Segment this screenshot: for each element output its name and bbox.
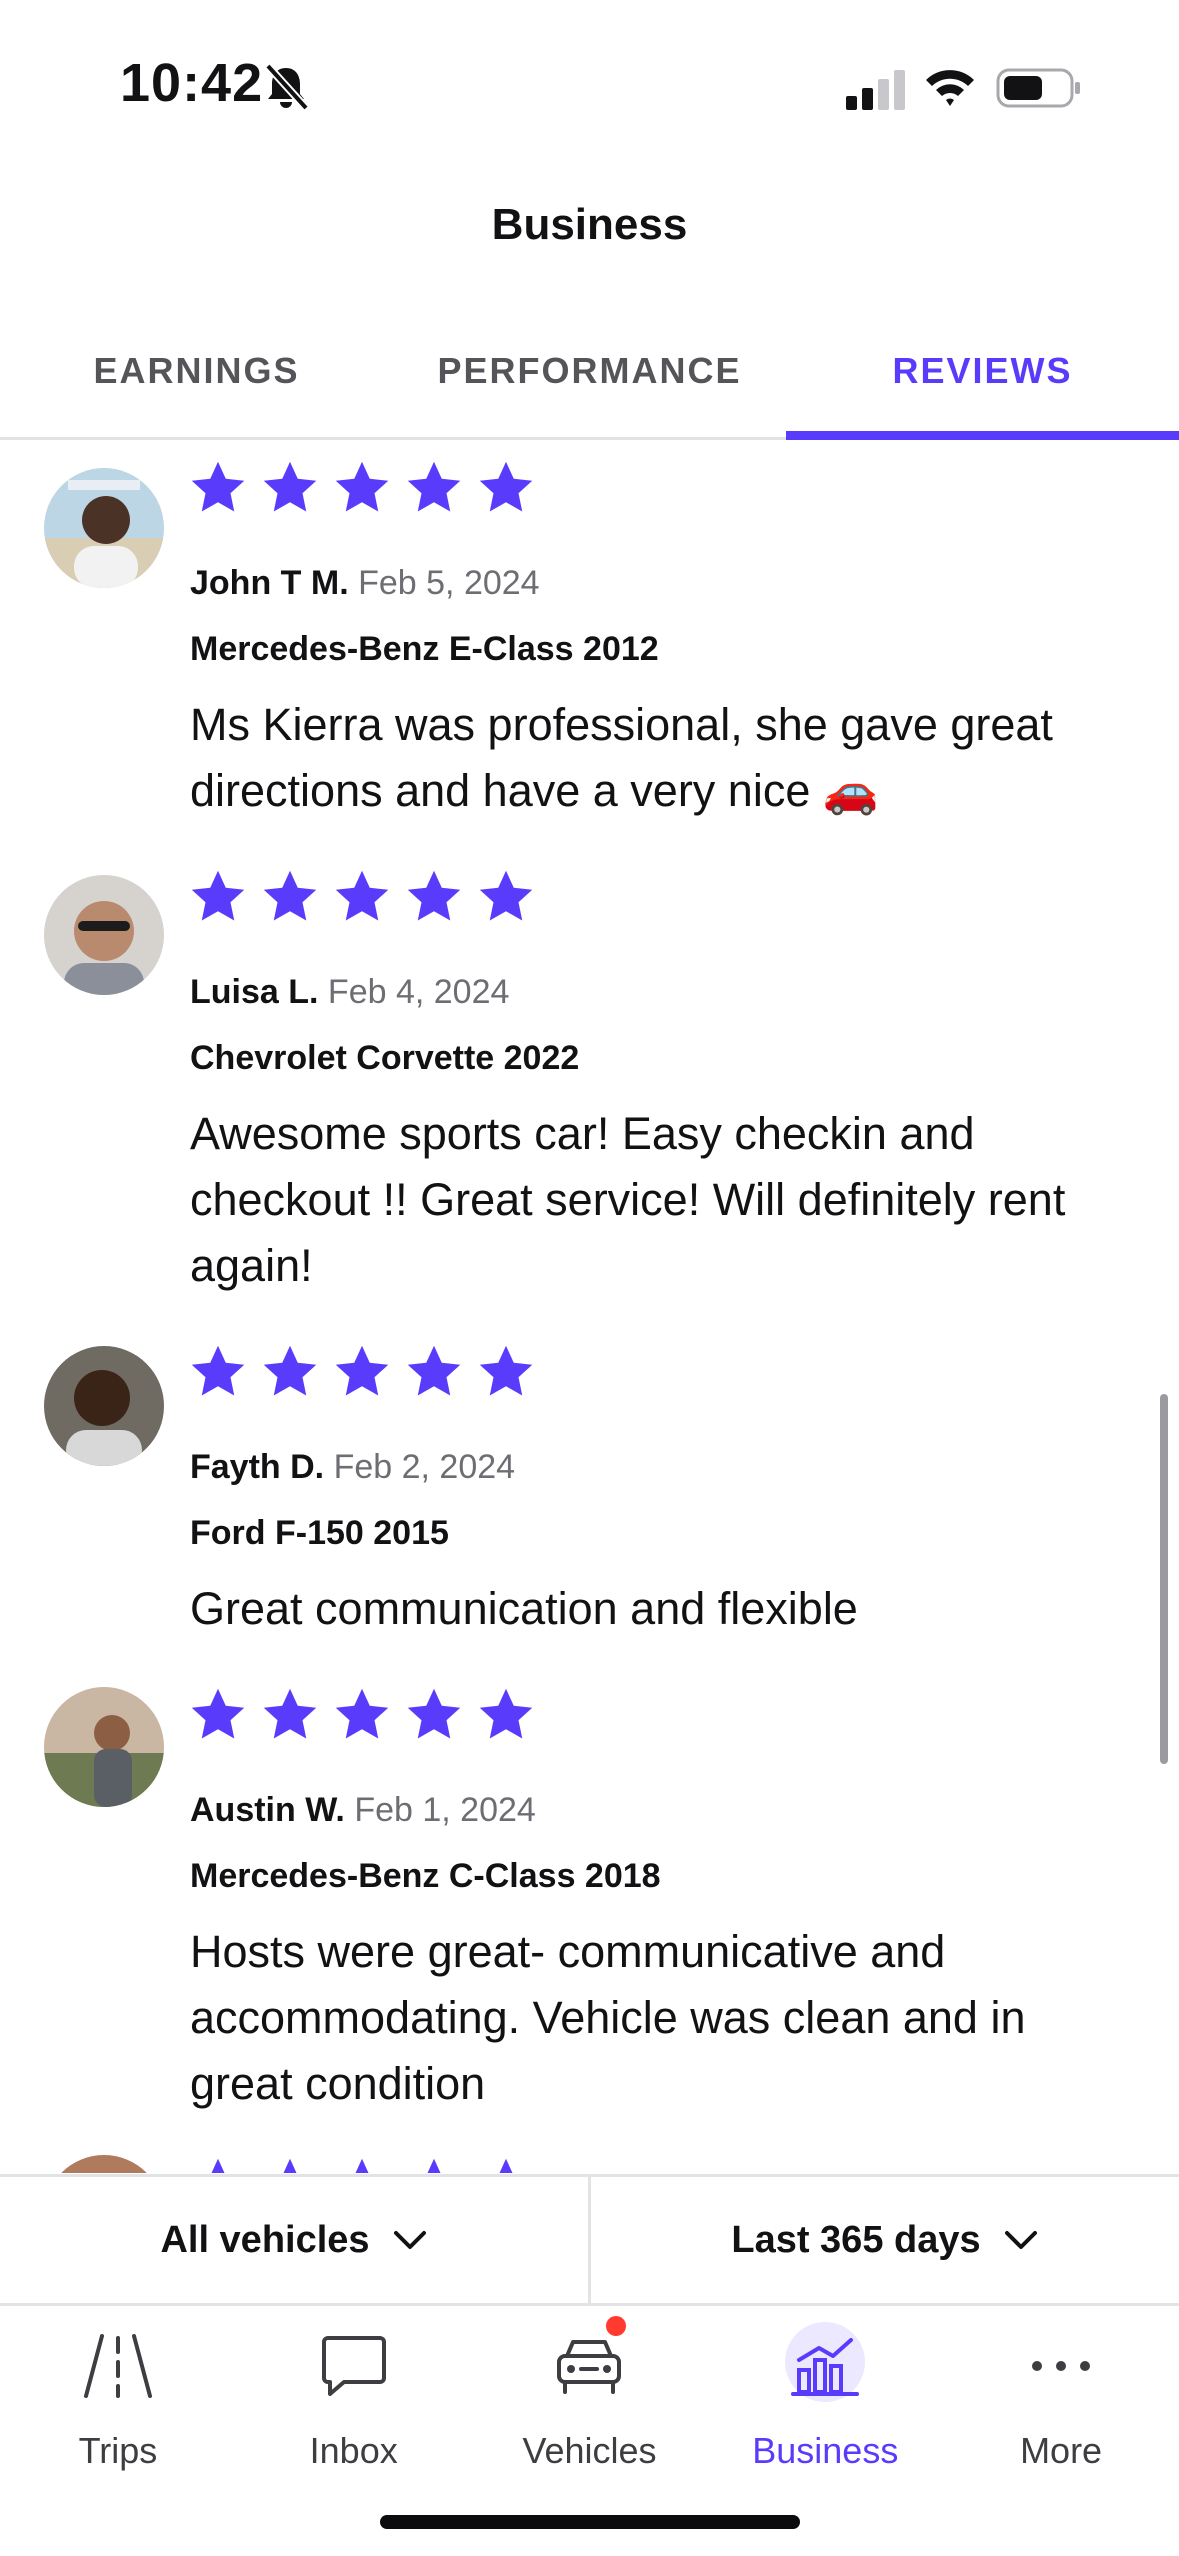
avatar (44, 468, 164, 588)
avatar (44, 2155, 164, 2173)
star-icon (335, 870, 389, 921)
bell-off-icon (265, 63, 309, 111)
nav-label: Vehicles (522, 2430, 657, 2471)
battery-icon (996, 68, 1080, 108)
star-rating (188, 1342, 536, 1402)
chevron-down-icon (393, 2231, 426, 2249)
reviewer-name: Fayth D. (190, 1448, 325, 1486)
review-text: Great communication and flexible (190, 1583, 858, 1634)
cell-signal-icon (846, 70, 905, 110)
star-icon (211, 2158, 225, 2173)
star-icon (407, 870, 461, 921)
star-icon (191, 1345, 245, 1396)
vehicle-filter-label: All vehicles (160, 2218, 370, 2261)
review-date: Feb 4, 2024 (327, 973, 510, 1011)
period-filter-label: Last 365 days (731, 2218, 981, 2261)
vehicle-name: Mercedes-Benz C-Class 2018 (190, 1857, 661, 1895)
chevron-down-icon (1004, 2231, 1037, 2249)
tab-reviews[interactable]: REVIEWS (786, 330, 1179, 440)
star-icon (499, 2158, 513, 2173)
nav-label: Trips (78, 2430, 158, 2471)
review-text: Hosts were great- communicative and acco… (190, 1926, 1026, 2109)
star-icon (335, 461, 389, 512)
status-time: 10:42 (120, 53, 264, 113)
vehicle-filter-dropdown[interactable]: All vehicles (0, 2177, 588, 2303)
star-icon (263, 1345, 317, 1396)
home-indicator (380, 2515, 800, 2529)
reviewer-name: Luisa L. (190, 973, 319, 1011)
avatar (44, 875, 164, 995)
review-date: Feb 2, 2024 (333, 1448, 516, 1486)
star-icon (479, 1345, 533, 1396)
tab-earnings[interactable]: EARNINGS (0, 330, 393, 437)
road-icon (83, 2334, 152, 2398)
star-icon (263, 461, 317, 512)
chart-icon (791, 2338, 860, 2396)
nav-label: Business (752, 2430, 899, 2471)
star-icon (335, 1345, 389, 1396)
star-icon (407, 1688, 461, 1739)
nav-item-more[interactable]: More (943, 2306, 1179, 2556)
star-icon (407, 1345, 461, 1396)
star-icon (355, 2158, 369, 2173)
star-icon (191, 461, 245, 512)
period-filter-dropdown[interactable]: Last 365 days (588, 2177, 1179, 2303)
reviewer-name: Austin W. (190, 1791, 345, 1829)
reviews-list[interactable]: John T M. Feb 5, 2024 Mercedes-Benz E-Cl… (0, 443, 1179, 2173)
chat-bubble-icon (321, 2336, 386, 2396)
star-icon (427, 2158, 441, 2173)
review-text: Awesome sports car! Easy checkin and che… (190, 1108, 1066, 1291)
nav-label: Inbox (309, 2430, 398, 2471)
vehicle-name: Chevrolet Corvette 2022 (190, 1039, 580, 1077)
more-dots-icon (1032, 2361, 1091, 2371)
avatar (44, 1687, 164, 1807)
review-text: Ms Kierra was professional, she gave gre… (190, 699, 1053, 816)
filter-bar: All vehicles Last 365 days (0, 2174, 1179, 2306)
reviewer-line: Austin W. Feb 1, 2024 (190, 1791, 536, 1830)
nav-label: More (1020, 2430, 1103, 2471)
star-icon (479, 461, 533, 512)
notification-badge (605, 2316, 626, 2336)
star-icon (191, 1688, 245, 1739)
car-icon (557, 2340, 622, 2394)
tab-bar: EARNINGS PERFORMANCE REVIEWS (0, 330, 1179, 440)
avatar (44, 1346, 164, 1466)
reviewer-name: John T M. (190, 564, 349, 602)
reviewer-line: Fayth D. Feb 2, 2024 (190, 1448, 515, 1487)
vehicle-name: Mercedes-Benz E-Class 2012 (190, 630, 659, 668)
star-rating (188, 458, 536, 518)
review-date: Feb 5, 2024 (358, 564, 540, 602)
scrollbar[interactable] (1160, 1394, 1168, 1764)
reviewer-line: John T M. Feb 5, 2024 (190, 564, 540, 603)
star-icon (479, 1688, 533, 1739)
star-rating (188, 867, 536, 927)
star-icon (191, 870, 245, 921)
review-date: Feb 1, 2024 (354, 1791, 536, 1829)
star-icon (263, 1688, 317, 1739)
nav-item-trips[interactable]: Trips (0, 2306, 236, 2556)
star-icon (283, 2158, 297, 2173)
tab-performance[interactable]: PERFORMANCE (393, 330, 786, 437)
star-icon (479, 870, 533, 921)
reviewer-line: Luisa L. Feb 4, 2024 (190, 973, 509, 1012)
page-title: Business (491, 200, 688, 249)
star-rating (188, 2155, 536, 2173)
wifi-icon (926, 70, 974, 106)
star-icon (407, 461, 461, 512)
star-icon (335, 1688, 389, 1739)
star-icon (263, 870, 317, 921)
star-rating (188, 1685, 536, 1745)
status-bar: 10:42 (0, 0, 1179, 170)
vehicle-name: Ford F-150 2015 (190, 1514, 449, 1552)
